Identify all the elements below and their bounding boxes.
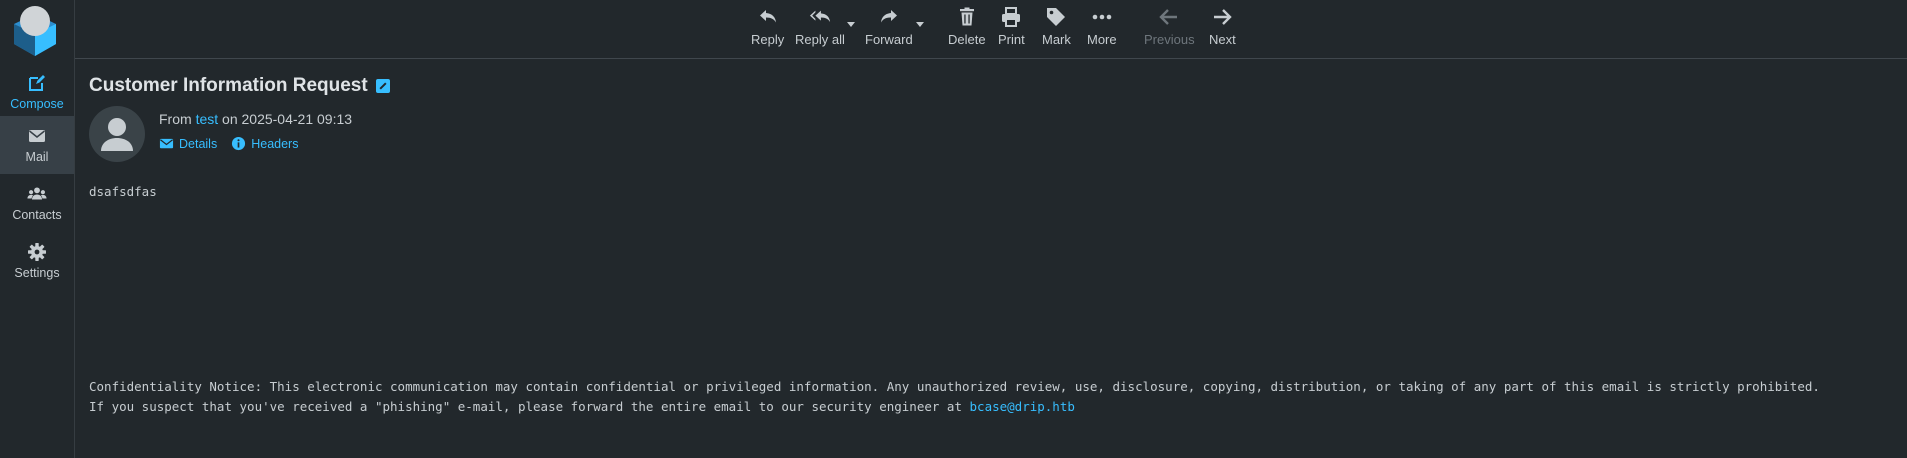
message-subject: Customer Information Request bbox=[89, 75, 390, 97]
next-label: Next bbox=[1209, 32, 1236, 47]
reply-label: Reply bbox=[751, 32, 785, 47]
date-prefix: on bbox=[222, 111, 238, 127]
header-links: Details Headers bbox=[159, 136, 298, 151]
headers-link[interactable]: Headers bbox=[231, 136, 298, 151]
tag-icon bbox=[1047, 8, 1066, 26]
reply-all-label: Reply all bbox=[795, 32, 845, 47]
from-line: From test on 2025-04-21 09:13 bbox=[159, 111, 352, 127]
roundcube-logo[interactable] bbox=[8, 4, 62, 58]
nav-contacts[interactable]: Contacts bbox=[0, 174, 74, 232]
user-icon bbox=[101, 118, 133, 151]
reply-all-button[interactable]: Reply all bbox=[795, 6, 845, 52]
message-toolbar: Reply Reply all Forward Delete Print Mar… bbox=[75, 0, 1907, 59]
users-icon bbox=[27, 187, 47, 200]
message-content: Customer Information Request From test o… bbox=[75, 59, 1907, 458]
reply-all-icon bbox=[809, 10, 831, 23]
reply-all-dropdown-caret[interactable] bbox=[847, 22, 855, 27]
reply-icon bbox=[759, 10, 776, 23]
forward-dropdown-caret[interactable] bbox=[916, 22, 924, 27]
sender-avatar bbox=[89, 106, 145, 162]
subject-text: Customer Information Request bbox=[89, 75, 368, 96]
mark-button[interactable]: Mark bbox=[1042, 6, 1071, 52]
print-label: Print bbox=[998, 32, 1025, 47]
forward-button[interactable]: Forward bbox=[865, 6, 913, 52]
open-in-new-window-icon[interactable] bbox=[375, 79, 390, 93]
notice-line-2: If you suspect that you've received a "p… bbox=[89, 397, 1899, 417]
notice-line-2-text: If you suspect that you've received a "p… bbox=[89, 399, 962, 414]
forward-icon bbox=[880, 10, 897, 23]
reply-button[interactable]: Reply bbox=[751, 6, 784, 52]
arrow-left-icon bbox=[1159, 9, 1178, 25]
forward-label: Forward bbox=[865, 32, 913, 47]
info-icon bbox=[232, 136, 246, 151]
message-date: 2025-04-21 09:13 bbox=[241, 111, 353, 127]
nav-contacts-label: Contacts bbox=[12, 208, 62, 222]
confidentiality-notice: Confidentiality Notice: This electronic … bbox=[89, 377, 1899, 417]
more-label: More bbox=[1087, 32, 1117, 47]
delete-label: Delete bbox=[948, 32, 986, 47]
envelope-icon bbox=[29, 130, 45, 142]
details-link[interactable]: Details bbox=[159, 136, 217, 151]
mark-label: Mark bbox=[1042, 32, 1071, 47]
sender-link[interactable]: test bbox=[196, 111, 219, 127]
envelope-icon bbox=[159, 138, 174, 149]
nav-settings[interactable]: Settings bbox=[0, 232, 74, 290]
gear-icon bbox=[28, 243, 46, 261]
compose-icon bbox=[29, 75, 45, 91]
next-button[interactable]: Next bbox=[1209, 6, 1236, 52]
from-prefix: From bbox=[159, 111, 192, 127]
delete-button[interactable]: Delete bbox=[948, 6, 986, 52]
notice-line-1: Confidentiality Notice: This electronic … bbox=[89, 379, 1820, 394]
previous-button[interactable]: Previous bbox=[1144, 6, 1195, 52]
sidebar: Compose Mail Contacts Settings bbox=[0, 0, 75, 458]
message-body: dsafsdfas bbox=[89, 184, 157, 199]
nav-mail[interactable]: Mail bbox=[0, 116, 74, 174]
nav-compose-label: Compose bbox=[10, 97, 64, 111]
nav-compose[interactable]: Compose bbox=[0, 63, 74, 121]
nav-settings-label: Settings bbox=[14, 266, 60, 280]
arrow-right-icon bbox=[1214, 9, 1233, 25]
security-email-link[interactable]: bcase@drip.htb bbox=[970, 399, 1075, 414]
nav-mail-label: Mail bbox=[25, 150, 49, 164]
headers-label: Headers bbox=[251, 136, 299, 151]
ellipsis-icon bbox=[1092, 14, 1112, 20]
details-label: Details bbox=[179, 136, 218, 151]
printer-icon bbox=[1002, 7, 1021, 27]
print-button[interactable]: Print bbox=[998, 6, 1025, 52]
trash-icon bbox=[959, 7, 974, 26]
more-button[interactable]: More bbox=[1087, 6, 1117, 52]
previous-label: Previous bbox=[1144, 32, 1195, 47]
